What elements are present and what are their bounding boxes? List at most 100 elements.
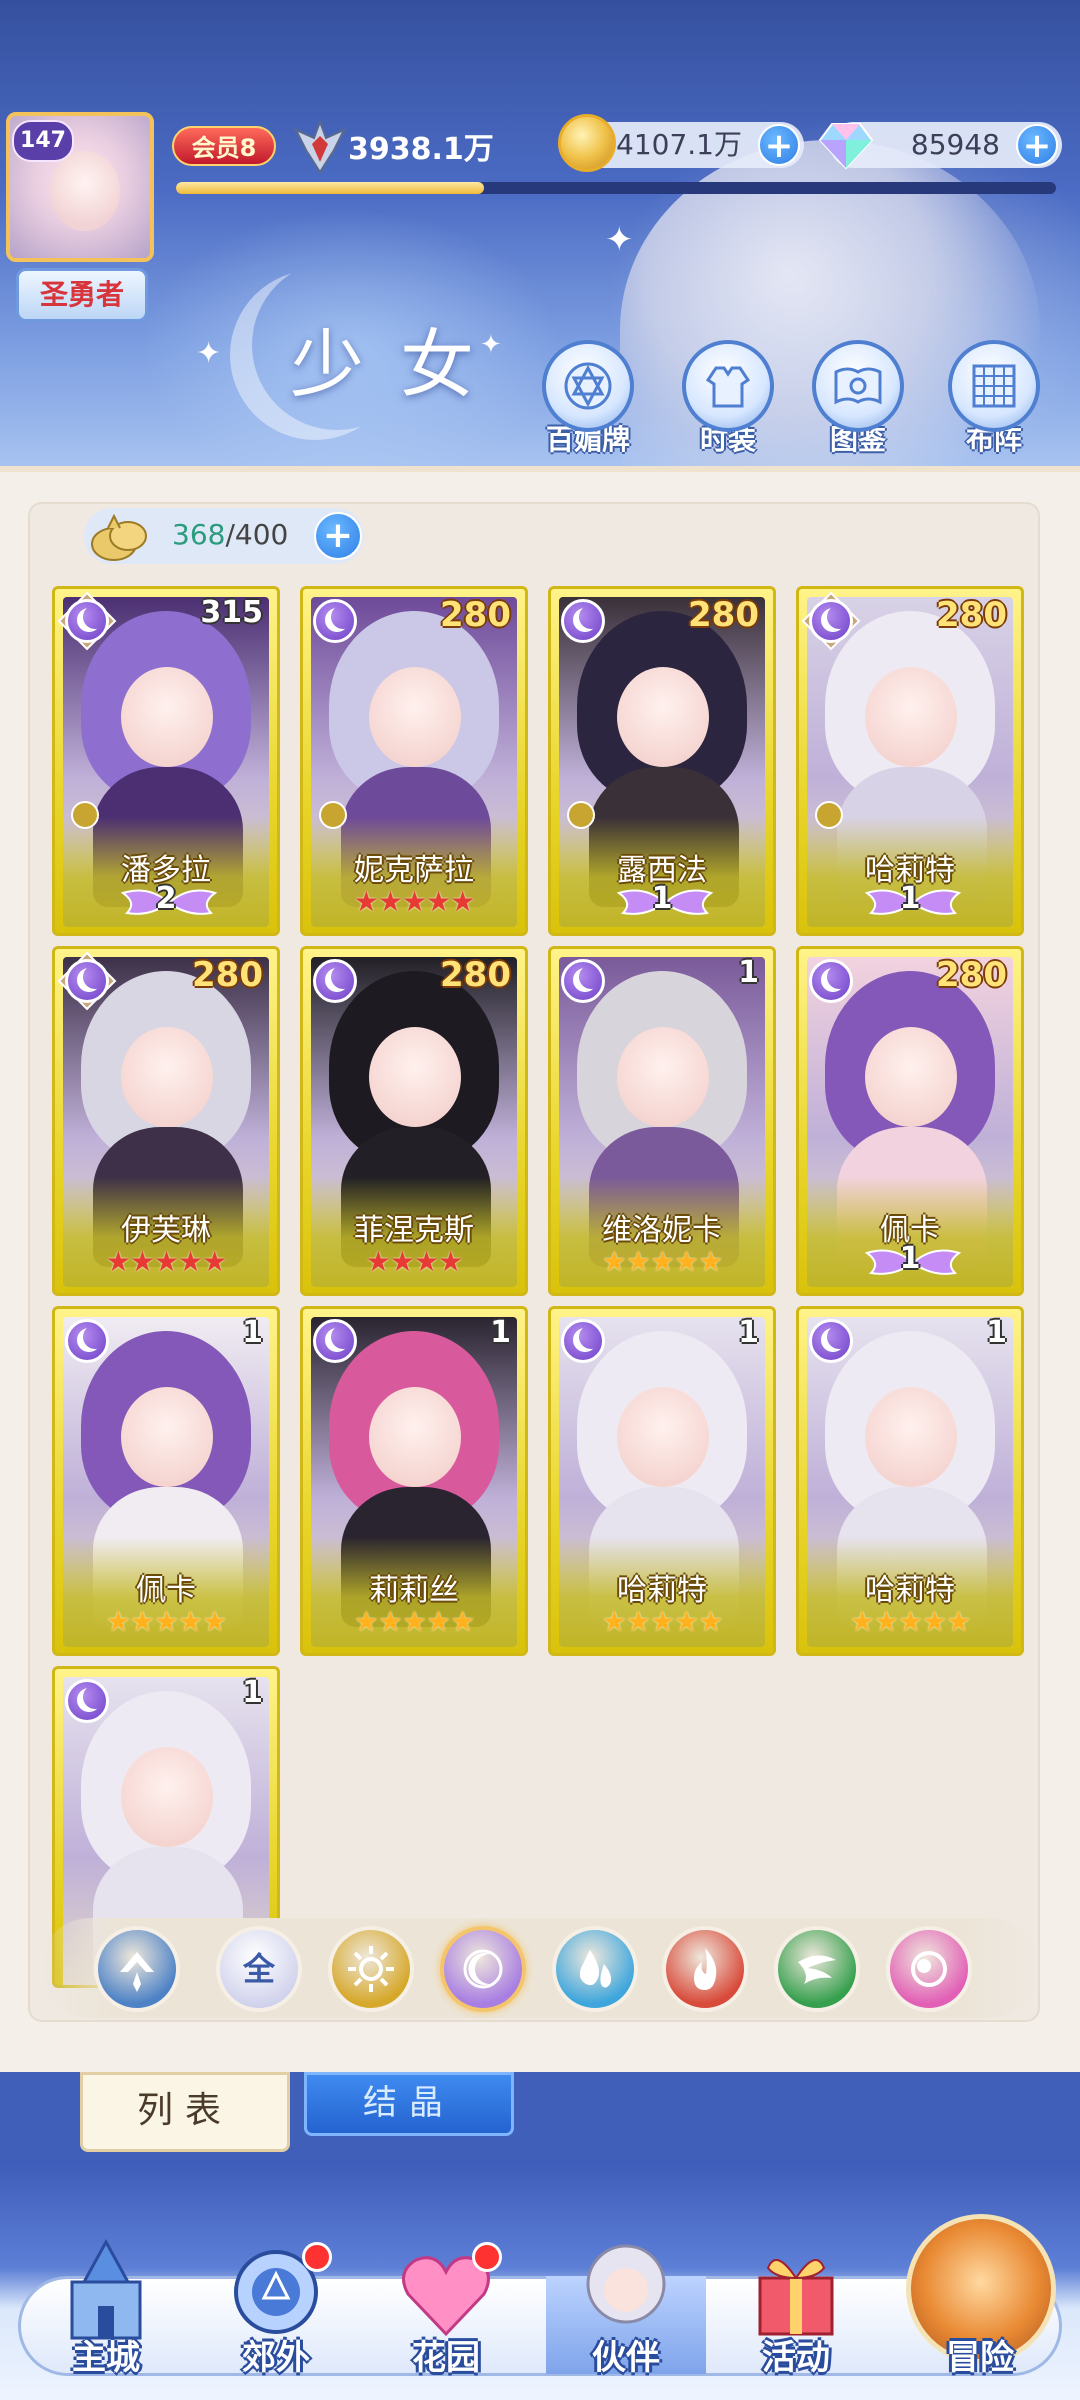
wind-element-icon	[120, 1952, 154, 1992]
role-icon	[567, 801, 595, 829]
role-icon	[815, 801, 843, 829]
star-icon: ★	[153, 1245, 179, 1278]
combat-power-icon	[293, 119, 347, 174]
partner-avatar-icon	[586, 2244, 666, 2324]
spirit-element-filter-button[interactable]	[886, 1926, 972, 2012]
star-icon: ★	[365, 1245, 391, 1278]
dark-moon-element-icon	[65, 1319, 109, 1363]
tab-list[interactable]: 列表	[80, 2072, 290, 2152]
formation-grid-icon	[948, 340, 1040, 432]
player-level-badge: 147	[12, 120, 74, 162]
partner-name: 伊芙琳	[121, 1213, 211, 1248]
tab-crystal[interactable]: 结晶	[304, 2072, 514, 2136]
partner-name: 维洛妮卡	[602, 1213, 722, 1248]
portrait-face	[865, 667, 957, 767]
capacity-text: 368/400	[172, 518, 288, 551]
star-icon: ★	[401, 1605, 427, 1638]
star-rating: ★★★★★	[55, 1245, 277, 1278]
gem-icon	[818, 123, 874, 170]
dark-moon-element-icon	[809, 599, 853, 643]
partner-card[interactable]: 315 潘多拉 2	[52, 586, 280, 936]
add-gold-button[interactable]: +	[758, 124, 800, 166]
portrait-face	[865, 1027, 957, 1127]
dark-moon-element-icon	[809, 959, 853, 1003]
all-filter-filter-button[interactable]: 全	[216, 1926, 302, 2012]
fire-element-icon	[694, 1948, 717, 1990]
dark-moon-element-icon	[313, 959, 357, 1003]
dark-moon-element-icon	[65, 959, 109, 1003]
nav-label: 冒险	[946, 2338, 1014, 2378]
add-gem-button[interactable]: +	[1016, 124, 1058, 166]
card-deck-icon	[542, 340, 634, 432]
partner-level: 280	[936, 595, 1007, 635]
partner-name: 菲涅克斯	[354, 1213, 474, 1248]
vip-badge[interactable]: 会员8	[172, 126, 276, 166]
codex-button[interactable]: 图鉴	[798, 340, 918, 456]
partner-card[interactable]: 1 哈莉特 ★★★★★	[548, 1306, 776, 1656]
partner-card[interactable]: 1 佩卡 ★★★★★	[52, 1306, 280, 1656]
formation-button[interactable]: 布阵	[934, 340, 1054, 456]
combat-power-value: 3938.1万	[348, 132, 494, 167]
partner-card[interactable]: 280 露西法 1	[548, 586, 776, 936]
water-element-icon	[579, 1950, 612, 1988]
partner-card[interactable]: 280 哈莉特 1	[796, 586, 1024, 936]
star-icon: ★	[438, 1245, 463, 1278]
star-icon: ★	[202, 1245, 227, 1278]
partner-card[interactable]: 1 维洛妮卡 ★★★★★	[548, 946, 776, 1296]
partner-card[interactable]: 280 菲涅克斯 ★★★★	[300, 946, 528, 1296]
star-icon: ★	[674, 1605, 699, 1638]
nav-label: 花园	[412, 2338, 480, 2378]
star-icon: ★	[178, 1605, 203, 1638]
partner-card[interactable]: 280 佩卡 1	[796, 946, 1024, 1296]
dark-moon-element-icon	[65, 1679, 109, 1723]
dark-moon-element-icon	[561, 959, 605, 1003]
card-deck-button[interactable]: 百媚牌	[528, 340, 648, 456]
player-title-badge[interactable]: 圣勇者	[16, 268, 148, 322]
star-icon: ★	[674, 1245, 699, 1278]
nav-label: 郊外	[242, 2338, 310, 2378]
portrait-face	[121, 1747, 213, 1847]
portrait-face	[617, 1387, 709, 1487]
nav-compass[interactable]: 冒险	[900, 2238, 1060, 2388]
partner-card[interactable]: 1 哈莉特 ★★★★★	[796, 1306, 1024, 1656]
expand-capacity-button[interactable]: +	[314, 512, 362, 560]
star-icon: ★	[873, 1605, 899, 1638]
partner-level: 1	[738, 1315, 759, 1350]
fire-element-filter-button[interactable]	[662, 1926, 748, 2012]
portrait-face	[369, 667, 461, 767]
sparkle-icon: ✦	[605, 220, 634, 260]
gem-amount: 85948	[910, 128, 1000, 161]
partner-card[interactable]: 280 妮克萨拉 ★★★★★	[300, 586, 528, 936]
nav-gift-box[interactable]: 活动	[716, 2238, 876, 2388]
star-icon: ★	[129, 1245, 155, 1278]
castle-icon	[70, 2238, 142, 2340]
partner-level: 280	[192, 955, 263, 995]
partner-card[interactable]: 1 莉莉丝 ★★★★★	[300, 1306, 528, 1656]
portrait-face	[121, 1027, 213, 1127]
star-icon: ★	[922, 1605, 947, 1638]
wind-element-filter-button[interactable]	[94, 1926, 180, 2012]
partner-level: 1	[242, 1315, 263, 1350]
star-rating: ★★★★★	[551, 1605, 773, 1638]
nav-portal[interactable]: 郊外	[196, 2238, 356, 2388]
nav-partner-avatar[interactable]: 伙伴	[546, 2238, 706, 2388]
partner-card[interactable]: 280 伊芙琳 ★★★★★	[52, 946, 280, 1296]
star-icon: ★	[698, 1605, 723, 1638]
star-icon: ★	[353, 885, 379, 918]
nav-heart-garden[interactable]: 花园	[366, 2238, 526, 2388]
capacity-current: 368	[172, 518, 226, 551]
partner-name: 哈莉特	[617, 1573, 707, 1608]
awakening-rank: 2	[155, 881, 177, 916]
outfit-button[interactable]: 时装	[668, 340, 788, 456]
sparkle-icon: ✦	[196, 336, 222, 371]
star-icon: ★	[178, 1245, 203, 1278]
star-icon: ★	[649, 1605, 675, 1638]
light-element-filter-button[interactable]	[328, 1926, 414, 2012]
dark-moon-element-filter-button[interactable]	[440, 1926, 526, 2012]
star-icon: ★	[129, 1605, 155, 1638]
dark-moon-element-icon	[561, 1319, 605, 1363]
water-element-filter-button[interactable]	[552, 1926, 638, 2012]
star-icon: ★	[377, 1605, 403, 1638]
nature-element-filter-button[interactable]	[774, 1926, 860, 2012]
nav-castle[interactable]: 主城	[26, 2238, 186, 2388]
